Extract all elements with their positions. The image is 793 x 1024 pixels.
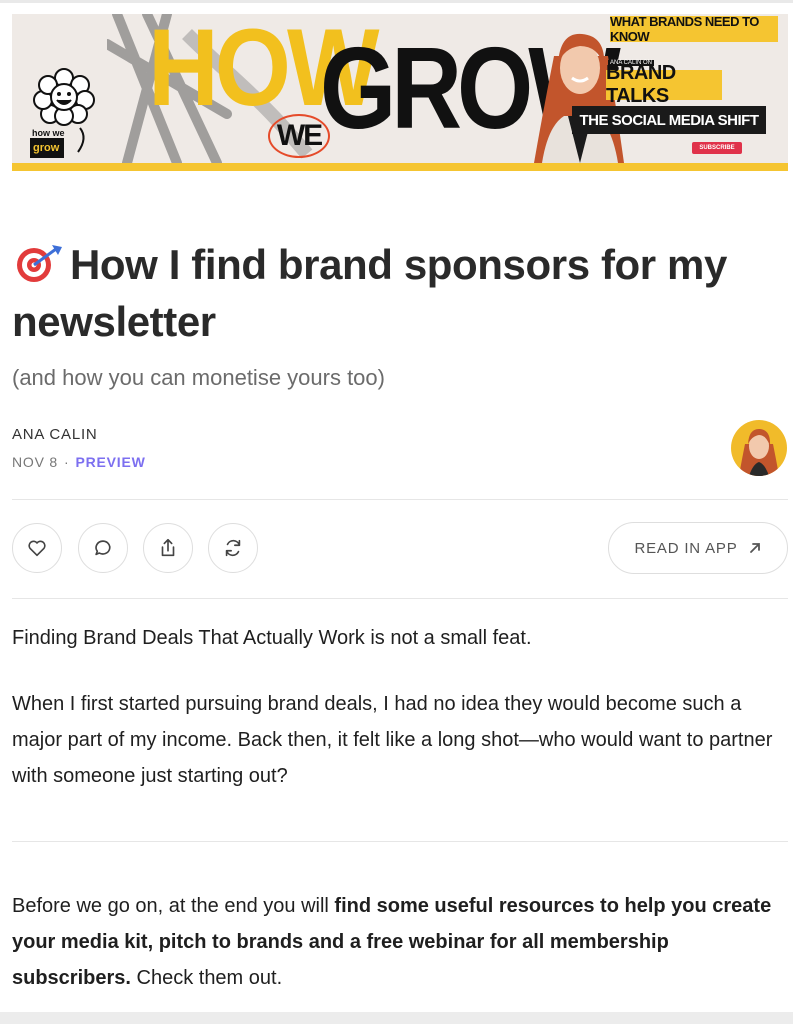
divider-top <box>12 499 788 500</box>
divider-actions <box>12 598 788 599</box>
author-name-link[interactable]: ANA CALIN <box>12 426 98 443</box>
read-in-app-label: READ IN APP <box>634 539 738 557</box>
read-in-app-button[interactable]: READ IN APP <box>608 522 788 574</box>
how-we-grow-logo: how we grow <box>30 66 98 158</box>
share-button[interactable] <box>143 523 193 573</box>
comment-button[interactable] <box>78 523 128 573</box>
target-icon <box>17 245 62 282</box>
arrow-up-right-icon <box>749 543 760 553</box>
share-icon <box>161 538 175 557</box>
logo-text-top: how we <box>32 128 65 138</box>
banner-stripe <box>12 163 788 171</box>
banner-word-we: WE <box>268 114 330 158</box>
divider-section <box>12 841 788 842</box>
post-date: NOV 8 <box>12 454 59 470</box>
author-avatar[interactable] <box>731 420 787 476</box>
restack-button[interactable] <box>208 523 258 573</box>
banner-tag-social-media-shift: THE SOCIAL MEDIA SHIFT <box>572 106 766 134</box>
comment-icon <box>95 540 111 556</box>
post-title: How I find brand sponsors for my newslet… <box>12 236 782 350</box>
banner-tag-what-brands: WHAT BRANDS NEED TO KNOW <box>610 14 778 44</box>
bottom-edge <box>0 1012 793 1024</box>
body-paragraph-2: When I first started pursuing brand deal… <box>12 693 773 787</box>
body-paragraph-3-lead: Before we go on, at the end you will <box>12 895 335 917</box>
meta-separator: · <box>64 454 70 470</box>
heart-icon <box>28 540 46 557</box>
post-meta: NOV 8 · PREVIEW <box>12 454 146 470</box>
body-paragraph-1: Finding Brand Deals That Actually Work i… <box>12 627 532 649</box>
banner-subscribe-graphic: SUBSCRIBE <box>692 142 742 154</box>
header-banner-image: how we grow HOW GROW WE WHAT BRANDS NEED… <box>12 14 788 163</box>
like-button[interactable] <box>12 523 62 573</box>
post-subtitle: (and how you can monetise yours too) <box>12 365 385 390</box>
body-paragraph-3-tail: Check them out. <box>130 967 283 989</box>
banner-tag-brand-talks: BRAND TALKS <box>606 62 722 107</box>
restack-icon <box>225 539 241 557</box>
post-title-text: How I find brand sponsors for my newslet… <box>12 241 727 345</box>
preview-badge: PREVIEW <box>75 454 146 470</box>
top-edge <box>0 0 793 3</box>
logo-text-bottom: grow <box>33 142 60 154</box>
body-paragraph-3: Before we go on, at the end you will fin… <box>12 888 787 996</box>
